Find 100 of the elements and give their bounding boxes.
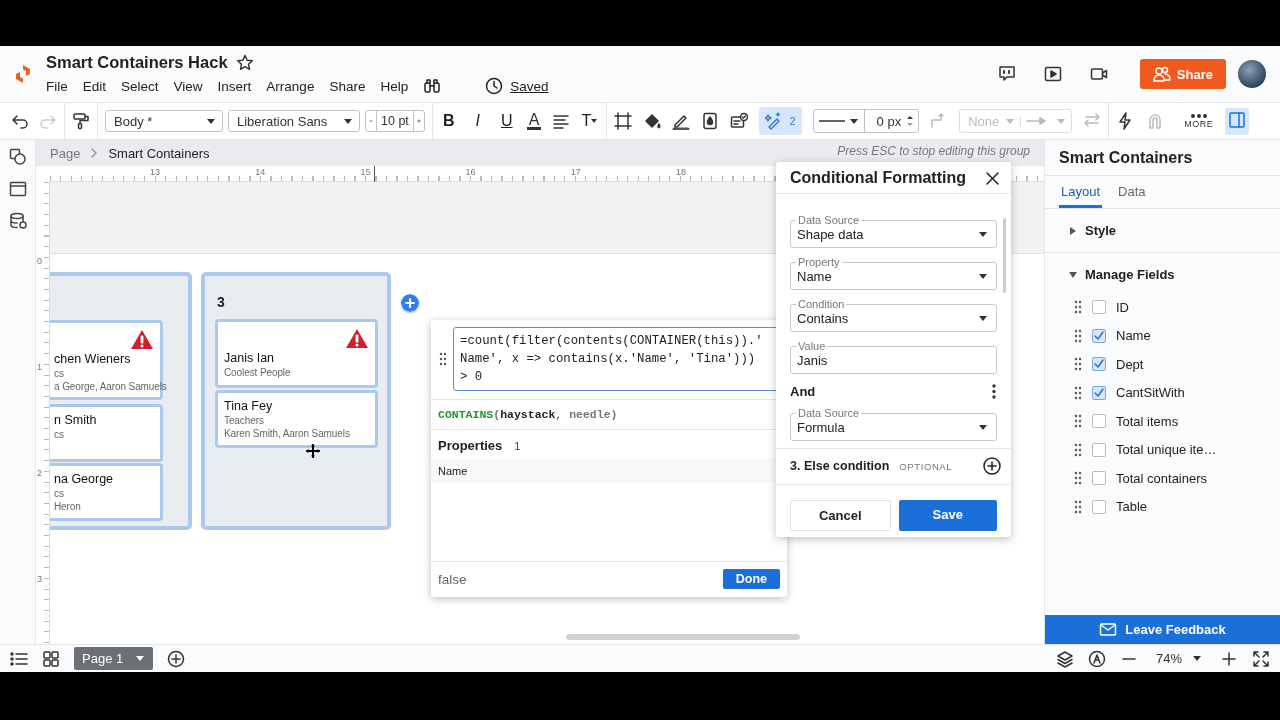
paint-roller-icon[interactable] [72,112,90,130]
checkbox[interactable] [1092,414,1106,429]
ruler-label: 2 [37,468,42,478]
checkbox[interactable] [1092,499,1106,514]
card-department: Teachers [224,415,264,426]
done-button[interactable]: Done [722,569,780,589]
checkbox[interactable] [1092,328,1106,343]
text-style-select[interactable]: Body * [105,110,223,132]
record-card[interactable]: Tina Fey Teachers Karen Smith, Aaron Samuels [215,390,378,448]
formula-result: false [438,571,467,587]
card-department: cs [54,429,64,440]
dropdown-field[interactable]: Data Source Shape data [790,214,997,248]
close-icon[interactable] [984,169,1001,187]
value-field[interactable]: Value Janis [790,340,997,374]
section-header[interactable]: Manage Fields [1069,267,1280,282]
check-icon [1093,386,1105,399]
menu-item[interactable]: Select [121,78,159,94]
zoom-in-icon[interactable] [1220,649,1238,668]
magic-wand-button[interactable]: 2 [759,107,802,135]
zoom-select[interactable]: 74% [1151,651,1206,666]
logo-icon[interactable] [14,63,32,85]
breadcrumb-link[interactable]: Page [50,145,81,161]
checkbox[interactable] [1092,300,1106,315]
property-row[interactable]: Name [431,459,775,483]
drag-handle-icon[interactable] [439,352,447,366]
bold-button[interactable]: B [439,112,458,130]
dropdown-field[interactable]: Condition Contains [790,298,997,332]
avatar[interactable] [1238,60,1266,88]
move-cursor-icon [306,444,320,458]
accessibility-icon[interactable] [1087,649,1106,668]
font-select[interactable]: Liberation Sans [228,110,360,132]
dropdown-field[interactable]: Property Name [790,256,997,290]
align-icon[interactable] [552,112,571,130]
cancel-button[interactable]: Cancel [790,500,891,531]
drag-handle-icon[interactable] [1074,357,1082,372]
save-button[interactable]: Save [898,500,997,531]
scrollbar[interactable] [566,634,800,640]
menu-item[interactable]: Share [329,78,366,94]
comment-icon[interactable] [997,65,1016,83]
video-camera-icon[interactable] [1089,65,1108,83]
menu-item[interactable]: View [173,78,203,94]
checkbox[interactable] [1092,442,1106,457]
record-card[interactable]: n Smith cs [50,404,163,462]
more-button[interactable]: MORE [1184,113,1214,129]
saved-status-link[interactable]: Saved [510,78,549,94]
drag-handle-icon[interactable] [1074,300,1082,315]
font-color-button[interactable]: A [526,112,542,130]
kebab-menu-icon[interactable] [991,384,997,399]
star-icon[interactable] [235,53,254,72]
fullscreen-icon[interactable] [1252,649,1270,668]
drag-handle-icon[interactable] [1074,442,1082,457]
ink-drop-icon[interactable] [701,112,720,130]
text-options-button[interactable]: T [581,112,600,130]
frame-icon[interactable] [8,180,27,198]
menu-item[interactable]: Arrange [266,78,315,94]
panel-toggle-button[interactable] [1225,107,1250,135]
line-style-select[interactable]: 0 px [812,109,920,133]
checkbox[interactable] [1092,471,1106,486]
menu-item[interactable]: Insert [217,78,252,94]
section-header[interactable]: Style [1069,223,1280,238]
play-icon[interactable] [1043,65,1062,83]
panel-tab[interactable]: Data [1116,176,1148,208]
paint-bucket-icon[interactable] [643,112,662,130]
database-icon[interactable] [8,212,27,230]
checklist-icon[interactable] [730,112,749,130]
add-page-icon[interactable] [167,649,186,668]
menu-item[interactable]: File [46,78,68,94]
clock-icon[interactable] [485,77,504,95]
menu-item[interactable]: Edit [82,78,107,94]
record-card[interactable]: Janis Ian Coolest People [215,319,378,388]
add-circle-icon[interactable] [983,457,1001,475]
dropdown-field[interactable]: Data Source Formula [790,407,997,441]
caret-icon [978,314,988,323]
drag-handle-icon[interactable] [1074,414,1082,429]
card-name: n Smith [54,413,97,427]
layers-icon[interactable] [1055,649,1074,668]
caret-icon [978,423,988,432]
binoculars-icon[interactable] [423,77,442,95]
grid-icon[interactable] [42,649,60,668]
check-icon [1093,358,1105,371]
undo-icon[interactable] [11,112,29,130]
pen-icon[interactable] [672,112,691,130]
drag-handle-icon[interactable] [1074,499,1082,514]
container-icon[interactable] [614,112,633,130]
drag-handle-icon[interactable] [1074,328,1082,343]
italic-button[interactable]: I [468,112,487,130]
panel-title: Smart Containers [1045,140,1280,176]
drag-handle-icon[interactable] [1074,385,1082,400]
menu-item[interactable]: Help [380,78,409,94]
record-card[interactable]: na George cs Heron [50,463,163,521]
checkbox[interactable] [1092,357,1106,372]
list-icon[interactable] [10,649,28,668]
scrollbar[interactable] [1003,218,1006,293]
underline-button[interactable]: U [497,112,516,130]
shapes-icon[interactable] [8,148,27,166]
leave-feedback-button[interactable]: Leave Feedback [1045,615,1280,644]
page-tab[interactable]: Page 1 [74,647,154,670]
checkbox[interactable] [1092,385,1106,400]
drag-handle-icon[interactable] [1074,471,1082,486]
panel-tab[interactable]: Layout [1059,176,1103,208]
